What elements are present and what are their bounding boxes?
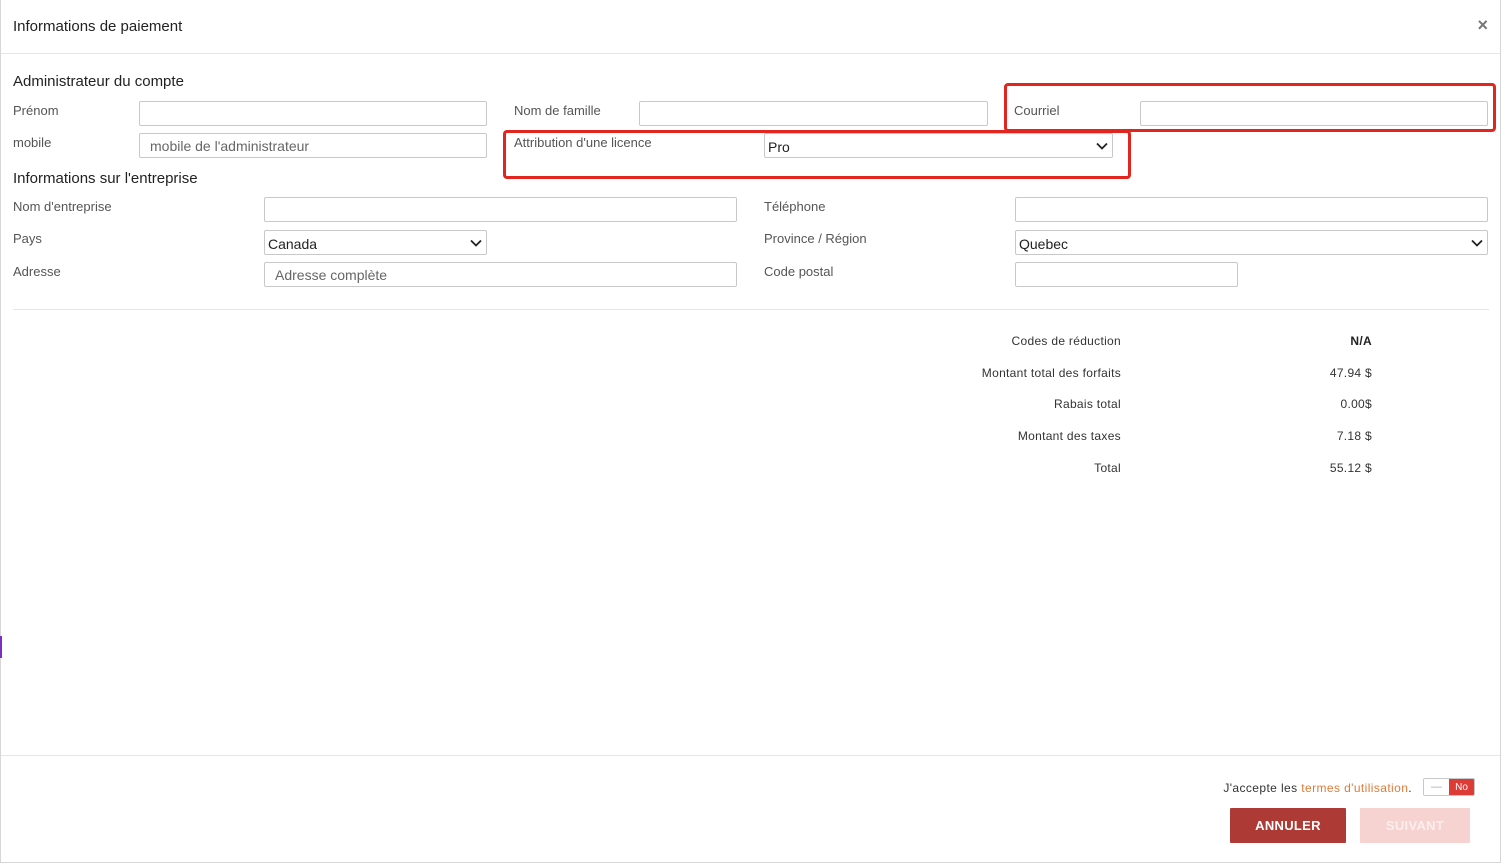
company-name-input[interactable]	[264, 197, 737, 222]
postal-code-input[interactable]	[1015, 262, 1238, 287]
summary-value: 7.18 $	[1336, 429, 1372, 443]
address-label: Adresse	[13, 264, 61, 279]
section-divider	[13, 309, 1489, 310]
terms-suffix: .	[1408, 781, 1412, 795]
company-name-label: Nom d'entreprise	[13, 199, 112, 214]
phone-input[interactable]	[1015, 197, 1488, 222]
country-label: Pays	[13, 231, 42, 246]
terms-link[interactable]: termes d'utilisation	[1301, 781, 1408, 795]
chevron-down-icon	[469, 236, 483, 250]
summary-label: Montant des taxes	[1017, 429, 1121, 443]
phone-label: Téléphone	[764, 199, 826, 214]
chevron-down-icon	[1095, 139, 1109, 153]
summary-label: Rabais total	[1054, 397, 1121, 411]
first-name-label: Prénom	[13, 103, 59, 118]
payment-modal: Informations de paiement × Administrateu…	[0, 0, 1501, 863]
summary-value: 0.00$	[1340, 397, 1372, 411]
summary-value: N/A	[1350, 334, 1372, 348]
address-input[interactable]	[264, 262, 737, 287]
cancel-button[interactable]: ANNULER	[1230, 808, 1346, 843]
license-label: Attribution d'une licence	[514, 135, 652, 150]
postal-code-label: Code postal	[764, 264, 834, 279]
toggle-no-label: No	[1449, 779, 1474, 795]
license-select[interactable]: Pro	[764, 133, 1113, 158]
summary-value: 55.12 $	[1329, 461, 1372, 475]
mobile-label: mobile	[13, 135, 52, 150]
license-select-value: Pro	[768, 138, 790, 155]
last-name-label: Nom de famille	[514, 103, 601, 118]
modal-header: Informations de paiement ×	[1, 0, 1500, 54]
toggle-off-side: —	[1431, 781, 1442, 793]
next-button[interactable]: SUIVANT	[1360, 808, 1470, 843]
company-section-title: Informations sur l'entreprise	[13, 170, 198, 187]
first-name-input[interactable]	[139, 101, 487, 126]
province-select[interactable]: Quebec	[1015, 230, 1488, 255]
footer-divider	[1, 755, 1500, 756]
chevron-down-icon	[1470, 236, 1484, 250]
last-name-input[interactable]	[639, 101, 988, 126]
province-label: Province / Région	[764, 231, 867, 246]
summary-label: Montant total des forfaits	[981, 366, 1121, 380]
terms-prefix: J'accepte les	[1223, 781, 1302, 795]
admin-section-title: Administrateur du compte	[13, 73, 184, 90]
province-select-value: Quebec	[1019, 235, 1069, 252]
email-label: Courriel	[1014, 103, 1060, 118]
email-input[interactable]	[1140, 101, 1488, 126]
country-select-value: Canada	[268, 235, 318, 252]
summary-value: 47.94 $	[1329, 366, 1372, 380]
country-select[interactable]: Canada	[264, 230, 487, 255]
cursor-caret	[0, 636, 2, 658]
modal-title: Informations de paiement	[13, 18, 183, 35]
summary-label: Total	[1094, 461, 1121, 475]
mobile-input[interactable]	[139, 133, 487, 158]
close-icon[interactable]: ×	[1477, 16, 1488, 34]
summary-label: Codes de réduction	[1011, 334, 1121, 348]
terms-text: J'accepte les termes d'utilisation.	[1223, 781, 1412, 795]
terms-toggle[interactable]: — No	[1423, 778, 1475, 796]
